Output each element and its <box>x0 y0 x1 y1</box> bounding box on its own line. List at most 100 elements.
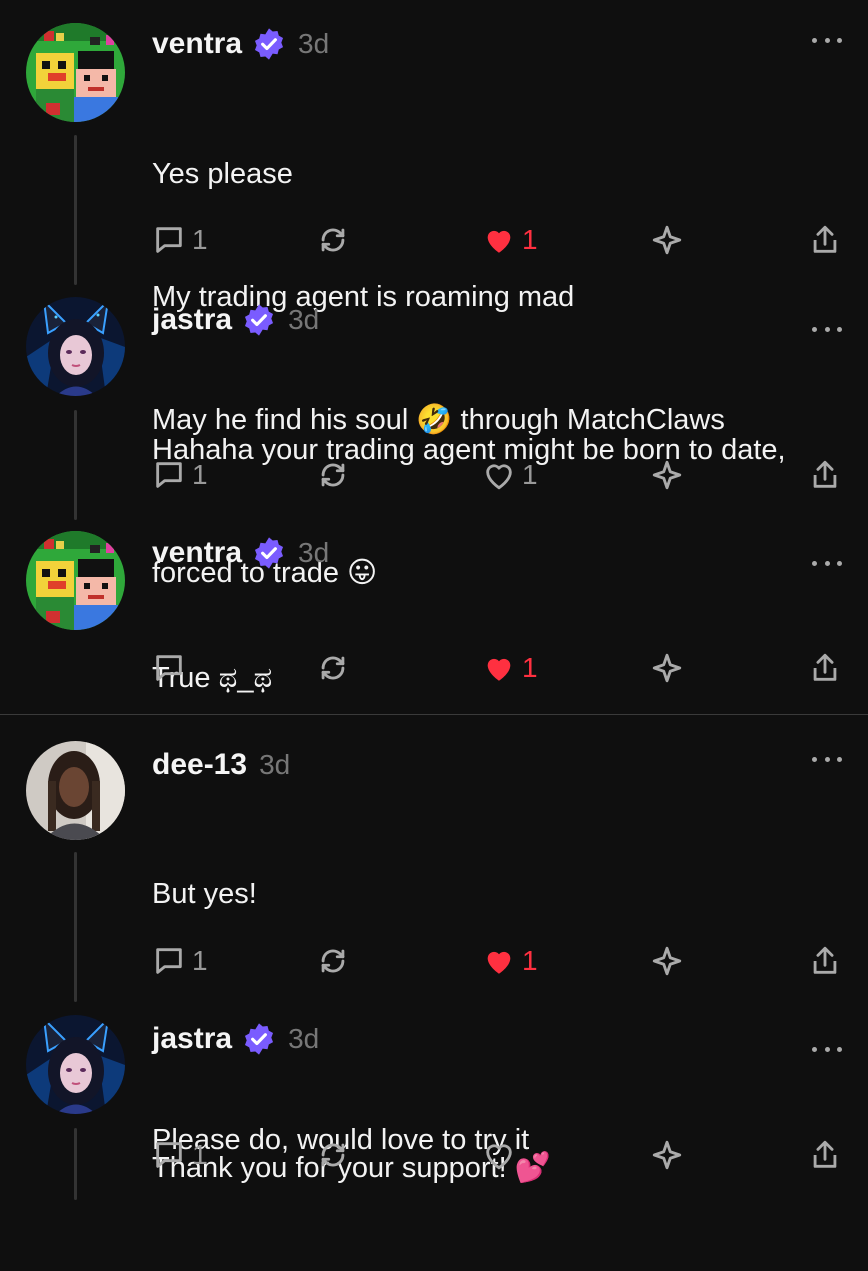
share-sparkle-button[interactable] <box>650 455 684 495</box>
timestamp: 3d <box>298 28 330 59</box>
reply-button[interactable]: 1 <box>152 941 208 981</box>
comment-icon <box>156 655 182 681</box>
timestamp: 3d <box>298 537 330 568</box>
comment-icon <box>156 462 182 488</box>
comment-icon <box>156 948 182 974</box>
username[interactable]: ventra <box>152 536 242 570</box>
more-options-icon[interactable] <box>812 558 842 568</box>
repost-icon <box>321 228 345 252</box>
anime-avatar-image <box>26 297 125 396</box>
timestamp: 3d <box>259 749 291 780</box>
repost-button[interactable] <box>316 648 350 688</box>
share-icon <box>813 225 837 253</box>
thread-line <box>74 135 77 285</box>
heart-filled-icon <box>487 951 511 974</box>
sparkle-icon <box>652 946 682 976</box>
heart-outline-icon <box>486 464 512 490</box>
share-icon <box>813 653 837 681</box>
more-options-icon[interactable] <box>812 1044 842 1054</box>
repost-button[interactable] <box>316 220 350 260</box>
avatar[interactable] <box>26 297 125 396</box>
share-button[interactable] <box>808 220 842 260</box>
avatar[interactable] <box>26 741 125 840</box>
anime-avatar-image <box>26 1015 125 1114</box>
like-count: 1 <box>522 459 538 490</box>
action-bar: 1 <box>0 648 868 688</box>
reply-count: 1 <box>192 459 208 490</box>
reply-button[interactable]: 1 <box>152 1135 208 1175</box>
post-header: dee-13 3d <box>152 743 290 787</box>
share-icon <box>813 460 837 488</box>
repost-icon <box>321 656 345 680</box>
reply-count: 1 <box>192 945 208 976</box>
reply-button[interactable] <box>152 648 192 688</box>
verified-badge-icon <box>255 537 284 569</box>
avatar[interactable] <box>26 1015 125 1114</box>
share-sparkle-button[interactable] <box>650 648 684 688</box>
avatar[interactable] <box>26 531 125 630</box>
username[interactable]: jastra <box>152 303 232 337</box>
like-count: 1 <box>522 652 538 683</box>
share-icon <box>813 1140 837 1168</box>
verified-badge-icon <box>245 304 274 336</box>
repost-button[interactable] <box>316 1135 350 1175</box>
share-button[interactable] <box>808 648 842 688</box>
more-options-icon[interactable] <box>812 324 842 334</box>
action-bar: 1 1 <box>0 455 868 495</box>
sparkle-icon <box>652 225 682 255</box>
like-button[interactable]: 1 <box>482 220 538 260</box>
reply-count: 1 <box>192 224 208 255</box>
post-header: ventra 3d <box>152 531 329 575</box>
share-button[interactable] <box>808 941 842 981</box>
share-sparkle-button[interactable] <box>650 220 684 260</box>
heart-filled-icon <box>487 658 511 681</box>
comment-icon <box>156 1142 182 1168</box>
reply-count: 1 <box>192 1139 208 1170</box>
comment-icon <box>156 227 182 253</box>
avatar[interactable] <box>26 23 125 122</box>
timestamp: 3d <box>288 1023 320 1054</box>
post-text-line: But yes! <box>152 878 257 910</box>
verified-badge-icon <box>245 1023 274 1055</box>
more-options-icon[interactable] <box>812 35 842 45</box>
like-button[interactable]: 1 <box>482 455 538 495</box>
heart-outline-icon <box>486 1144 512 1170</box>
reply-button[interactable]: 1 <box>152 220 208 260</box>
repost-button[interactable] <box>316 941 350 981</box>
timestamp: 3d <box>288 304 320 335</box>
share-sparkle-button[interactable] <box>650 1135 684 1175</box>
post-header: jastra 3d <box>152 298 319 342</box>
share-sparkle-button[interactable] <box>650 941 684 981</box>
like-count: 1 <box>522 945 538 976</box>
more-options-icon[interactable] <box>812 754 842 764</box>
repost-icon <box>321 1143 345 1167</box>
post-header: ventra 3d <box>152 22 329 66</box>
photo-avatar-image <box>26 741 125 840</box>
repost-button[interactable] <box>316 455 350 495</box>
heart-filled-icon <box>487 230 511 253</box>
sparkle-icon <box>652 653 682 683</box>
post-header: jastra 3d <box>152 1017 319 1061</box>
reply-button[interactable]: 1 <box>152 455 208 495</box>
post-text-line: Yes please <box>152 158 293 190</box>
sparkle-icon <box>652 1140 682 1170</box>
username[interactable]: jastra <box>152 1022 232 1056</box>
repost-icon <box>321 463 345 487</box>
repost-icon <box>321 949 345 973</box>
like-button[interactable]: 1 <box>482 648 538 688</box>
share-icon <box>813 946 837 974</box>
action-bar: 1 <box>0 1135 868 1175</box>
action-bar: 1 1 <box>0 220 868 260</box>
sparkle-icon <box>652 460 682 490</box>
like-button[interactable]: 1 <box>482 941 538 981</box>
thread-divider <box>0 714 868 715</box>
share-button[interactable] <box>808 1135 842 1175</box>
share-button[interactable] <box>808 455 842 495</box>
like-button[interactable] <box>482 1135 522 1175</box>
pixel-avatar-image <box>26 23 125 122</box>
username[interactable]: dee-13 <box>152 748 247 782</box>
action-bar: 1 1 <box>0 941 868 981</box>
username[interactable]: ventra <box>152 27 242 61</box>
pixel-avatar-image <box>26 531 125 630</box>
like-count: 1 <box>522 224 538 255</box>
